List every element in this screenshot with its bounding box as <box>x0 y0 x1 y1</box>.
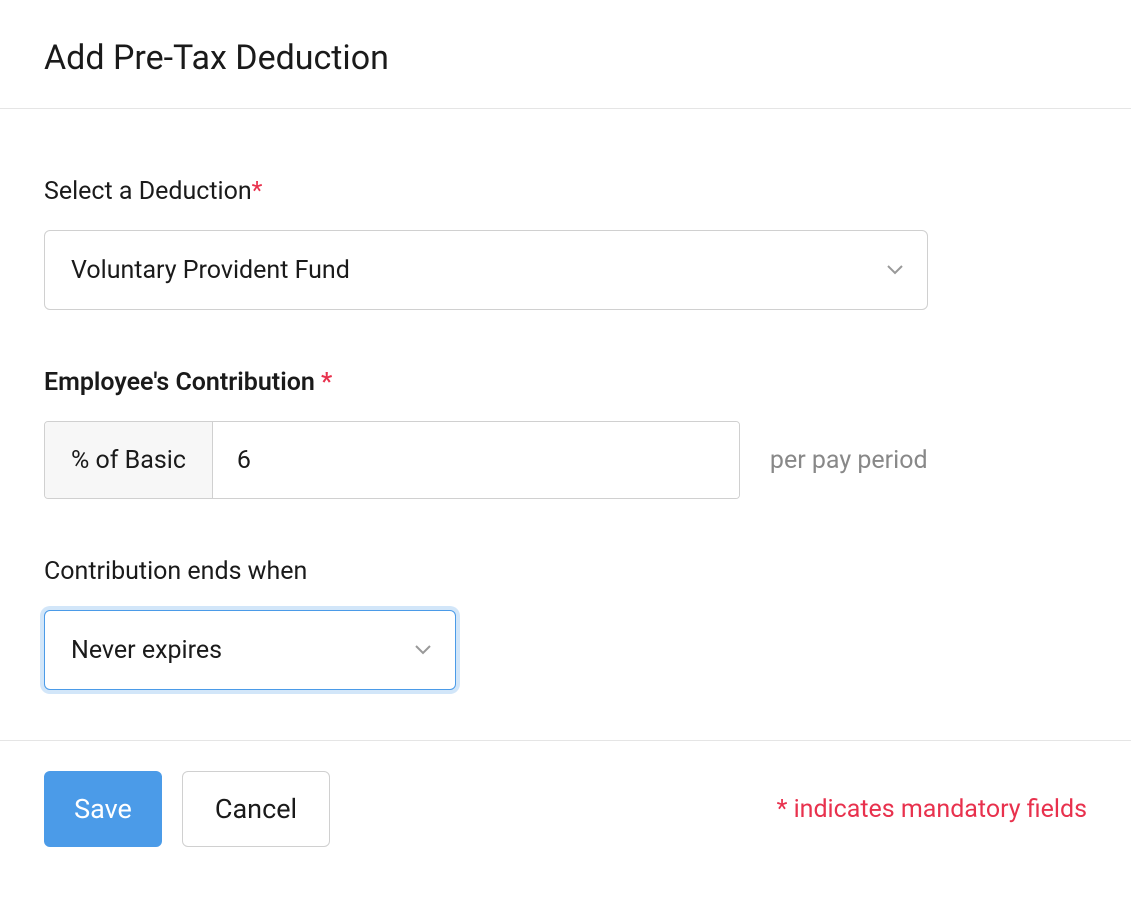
mandatory-note: * indicates mandatory fields <box>777 795 1087 824</box>
contribution-label-text: Employee's Contribution <box>44 368 321 397</box>
contribution-value-input[interactable] <box>213 422 739 498</box>
save-button[interactable]: Save <box>44 771 162 847</box>
deduction-label: Select a Deduction* <box>44 177 1087 206</box>
deduction-select[interactable]: Voluntary Provident Fund <box>44 230 928 310</box>
page-title: Add Pre-Tax Deduction <box>44 38 1087 78</box>
deduction-selected-value: Voluntary Provident Fund <box>71 256 350 285</box>
ends-label: Contribution ends when <box>44 557 1087 586</box>
contribution-unit: % of Basic <box>45 422 213 498</box>
contribution-label: Employee's Contribution * <box>44 368 1087 397</box>
contribution-ends-select[interactable]: Never expires <box>44 610 456 690</box>
ends-selected-value: Never expires <box>71 636 222 665</box>
contribution-input-group: % of Basic <box>44 421 740 499</box>
contribution-hint: per pay period <box>770 446 928 475</box>
required-mark: * <box>252 177 263 206</box>
caret-down-icon <box>887 265 903 275</box>
deduction-label-text: Select a Deduction <box>44 177 252 206</box>
caret-down-icon <box>415 645 431 655</box>
cancel-button[interactable]: Cancel <box>182 771 330 847</box>
required-mark: * <box>321 368 332 397</box>
